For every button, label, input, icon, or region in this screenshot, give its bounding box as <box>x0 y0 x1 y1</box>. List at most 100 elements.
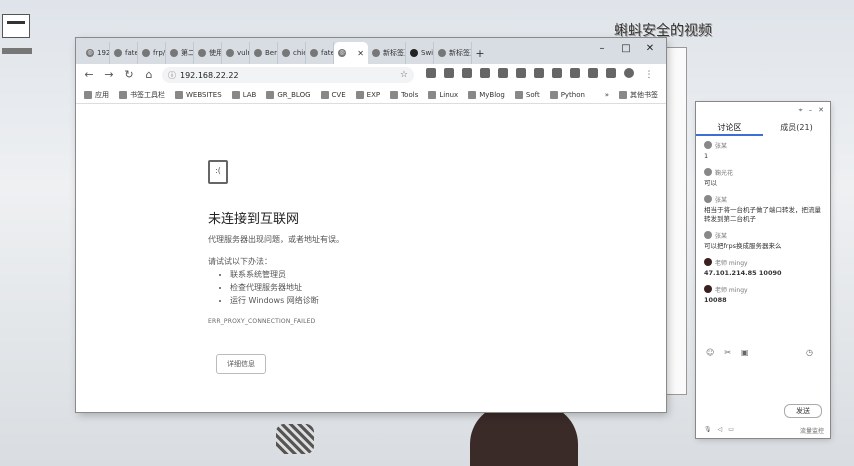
folder-icon <box>175 90 183 99</box>
tab-2[interactable]: fate <box>110 42 138 64</box>
suggestion-item[interactable]: 检查代理服务器地址 <box>230 281 319 294</box>
maximize-button[interactable]: □ <box>614 42 638 56</box>
info-icon[interactable]: ⓘ <box>168 70 176 81</box>
folder-icon <box>355 90 364 99</box>
extension-icon[interactable] <box>426 68 436 78</box>
folder-icon <box>266 90 275 99</box>
page-icon <box>310 49 318 57</box>
send-button[interactable]: 发送 <box>784 404 822 418</box>
extension-icon[interactable] <box>516 68 526 78</box>
avatar <box>704 195 712 203</box>
message-user: 老师 mingy <box>715 286 748 294</box>
extension-icon[interactable] <box>534 68 544 78</box>
folder-icon <box>619 90 627 99</box>
bookmark-folder[interactable]: GR_BLOG <box>266 90 311 99</box>
tab-9[interactable]: fate <box>306 42 334 64</box>
message-text: 1 <box>704 152 709 160</box>
bookmark-folder[interactable]: MyBlog <box>468 90 505 99</box>
menu-icon[interactable]: ⋮ <box>642 68 656 82</box>
tab-discussion[interactable]: 讨论区 <box>696 120 763 136</box>
image-icon[interactable]: ▣ <box>741 348 749 357</box>
extension-icon[interactable] <box>444 68 454 78</box>
background-person-image <box>470 404 578 466</box>
bookmark-apps[interactable]: 应用 <box>84 90 109 100</box>
tab-7[interactable]: Bert <box>250 42 278 64</box>
minimize-button[interactable]: – <box>590 42 614 56</box>
browser-toolbar: ← → ↻ ⌂ ⓘ 192.168.22.22 ☆ ⋮ <box>76 64 666 86</box>
avatar <box>704 168 712 176</box>
extension-icon[interactable] <box>552 68 562 78</box>
bookmark-star-icon[interactable]: ☆ <box>400 70 408 80</box>
close-icon[interactable]: ✕ <box>818 106 824 115</box>
extensions-bar: ⋮ <box>426 68 656 82</box>
folder-icon <box>468 90 477 99</box>
minimize-icon[interactable]: – <box>809 106 813 115</box>
stream-overlay-title: 蝌蚪安全的视频 <box>614 23 712 39</box>
forward-arrow-icon[interactable]: → <box>102 68 116 82</box>
extension-icon[interactable] <box>480 68 490 78</box>
error-code: ERR_PROXY_CONNECTION_FAILED <box>208 318 316 325</box>
tab-12[interactable]: Swit <box>406 42 434 64</box>
address-bar[interactable]: ⓘ 192.168.22.22 ☆ <box>162 67 414 83</box>
page-icon <box>170 49 178 57</box>
reload-icon[interactable]: ↻ <box>122 68 136 82</box>
new-tab-button[interactable]: + <box>472 42 488 64</box>
tab-6[interactable]: vulr <box>222 42 250 64</box>
mic-icon[interactable]: 🎙 <box>704 426 712 435</box>
tab-active[interactable]: ◎ ✕ <box>334 42 368 64</box>
tab-11[interactable]: 新标签页 <box>368 42 406 64</box>
pin-icon[interactable]: ⌖ <box>799 106 803 115</box>
bookmark-folder[interactable]: Soft <box>514 90 540 99</box>
back-arrow-icon[interactable]: ← <box>82 68 96 82</box>
close-icon[interactable]: ✕ <box>357 49 364 58</box>
message-user: 老师 mingy <box>715 259 748 267</box>
bandwidth-monitor[interactable]: 流量监控 <box>800 426 824 435</box>
tab-13[interactable]: 新标签页 <box>434 42 472 64</box>
extension-icon[interactable] <box>462 68 472 78</box>
list-item: 张某 可以把frps换成服务器来么 <box>704 230 824 251</box>
message-text: 相当于将一台机子做了端口转发，把流量转发到第二台机子 <box>704 206 821 223</box>
bookmark-folder[interactable]: EXP <box>355 90 380 99</box>
tab-3[interactable]: frp/ <box>138 42 166 64</box>
desktop-app-icon[interactable] <box>2 14 30 38</box>
bookmark-folder[interactable]: Python <box>549 90 585 99</box>
extension-icon[interactable] <box>606 68 616 78</box>
background-shoes-image <box>276 424 314 454</box>
avatar[interactable] <box>624 68 634 78</box>
other-bookmarks[interactable]: 其他书签 <box>619 90 658 100</box>
tab-4[interactable]: 第二 <box>166 42 194 64</box>
extension-icon[interactable] <box>588 68 598 78</box>
desktop-icon-label <box>2 48 32 54</box>
screen-icon[interactable]: ▭ <box>728 426 734 435</box>
page-icon <box>282 49 290 57</box>
close-button[interactable]: ✕ <box>638 42 662 56</box>
emoji-icon[interactable]: ☺ <box>706 348 714 357</box>
scissors-icon[interactable]: ✂ <box>724 348 731 357</box>
tab-5[interactable]: 使用 <box>194 42 222 64</box>
bookmark-folder[interactable]: Tools <box>390 90 418 99</box>
tab-1[interactable]: ◎192. <box>82 42 110 64</box>
bookmark-folder[interactable]: Linux <box>428 90 458 99</box>
page-icon <box>438 49 446 57</box>
speaker-icon[interactable]: ◁ <box>718 426 723 435</box>
bookmark-folder[interactable]: 书签工具栏 <box>119 90 165 100</box>
composer-tools: ☺ ✂ ▣ ◷ <box>706 348 813 357</box>
message-text: 可以 <box>704 179 717 187</box>
folder-icon <box>514 90 523 99</box>
suggestion-item[interactable]: 运行 Windows 网络诊断 <box>230 294 319 307</box>
bookmark-folder[interactable]: CVE <box>320 90 346 99</box>
bookmarks-overflow-button[interactable]: » <box>605 91 609 99</box>
extension-icon[interactable] <box>498 68 508 78</box>
history-icon[interactable]: ◷ <box>806 348 813 357</box>
bookmark-folder[interactable]: WEBSITES <box>175 90 222 99</box>
tab-8[interactable]: chie <box>278 42 306 64</box>
avatar <box>704 141 712 149</box>
folder-icon <box>428 90 437 99</box>
extension-icon[interactable] <box>570 68 580 78</box>
home-icon[interactable]: ⌂ <box>142 68 156 82</box>
details-button[interactable]: 详细信息 <box>216 354 266 374</box>
list-item: 鞠光花 可以 <box>704 167 824 188</box>
bookmark-folder[interactable]: LAB <box>231 90 256 99</box>
tab-members[interactable]: 成员(21) <box>763 120 830 136</box>
avatar <box>704 285 712 293</box>
